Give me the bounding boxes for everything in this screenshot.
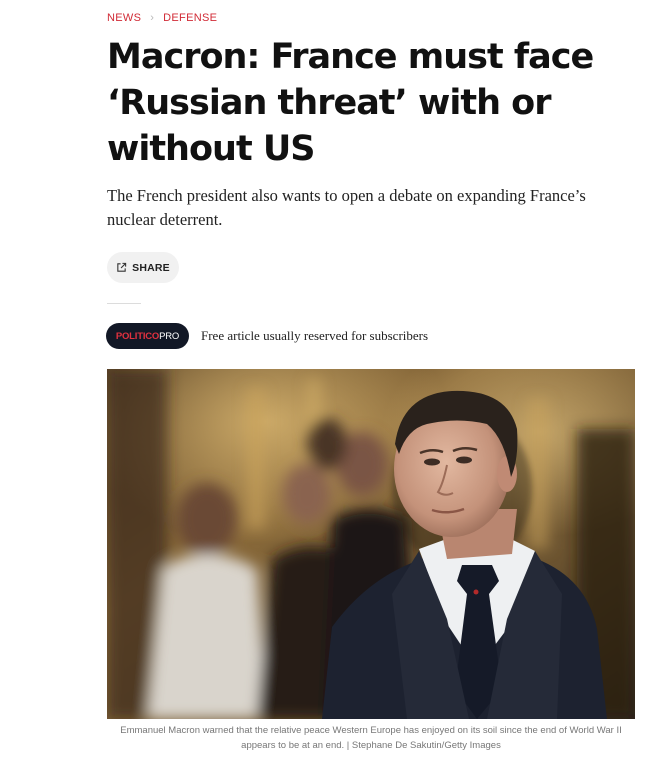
share-button[interactable]: SHARE [107,252,179,283]
breadcrumb-defense-link[interactable]: DEFENSE [163,12,217,24]
breadcrumb: NEWS › DEFENSE [107,12,217,24]
article-dek: The French president also wants to open … [107,186,586,229]
share-icon [116,262,127,273]
pro-note: Free article usually reserved for subscr… [201,328,429,343]
badge-politico-text: POLITICO [115,330,160,342]
share-label: SHARE [132,261,170,274]
divider [107,303,141,304]
breadcrumb-chevron-icon: › [150,12,155,24]
photo-caption: Emmanuel Macron warned that the relative… [120,725,622,751]
breadcrumb-news-link[interactable]: NEWS [107,12,141,24]
badge-pro-text: PRO [159,330,180,342]
article-photo [107,369,635,719]
article-headline: Macron: France must face ‘Russian threat… [107,37,594,169]
politico-pro-badge[interactable]: POLITICO PRO [106,323,189,349]
